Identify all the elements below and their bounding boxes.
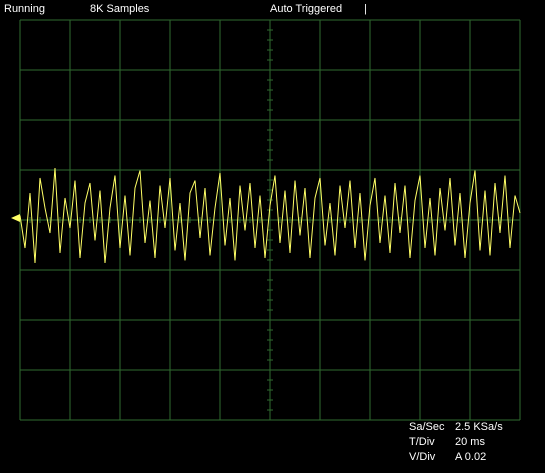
- time-div-readout: T/Div 20 ms: [409, 436, 485, 449]
- run-state-indicator: Running: [4, 3, 45, 15]
- sample-count-label: 8K Samples: [90, 3, 150, 15]
- trigger-level-marker[interactable]: [11, 214, 20, 222]
- volt-div-label: V/Div: [409, 451, 436, 463]
- sample-rate-label: Sa/Sec: [409, 421, 445, 433]
- time-div-value: 20 ms: [455, 436, 485, 448]
- trigger-mode-label: Auto Triggered: [270, 3, 343, 15]
- oscilloscope-display: [11, 19, 521, 421]
- cursor-marker: |: [364, 3, 367, 15]
- sample-rate-value: 2.5 KSa/s: [455, 421, 503, 433]
- volt-div-value: A 0.02: [455, 451, 487, 463]
- time-div-label: T/Div: [409, 436, 435, 448]
- volt-div-readout: V/Div A 0.02: [409, 451, 486, 464]
- sample-rate-readout: Sa/Sec 2.5 KSa/s: [409, 421, 503, 434]
